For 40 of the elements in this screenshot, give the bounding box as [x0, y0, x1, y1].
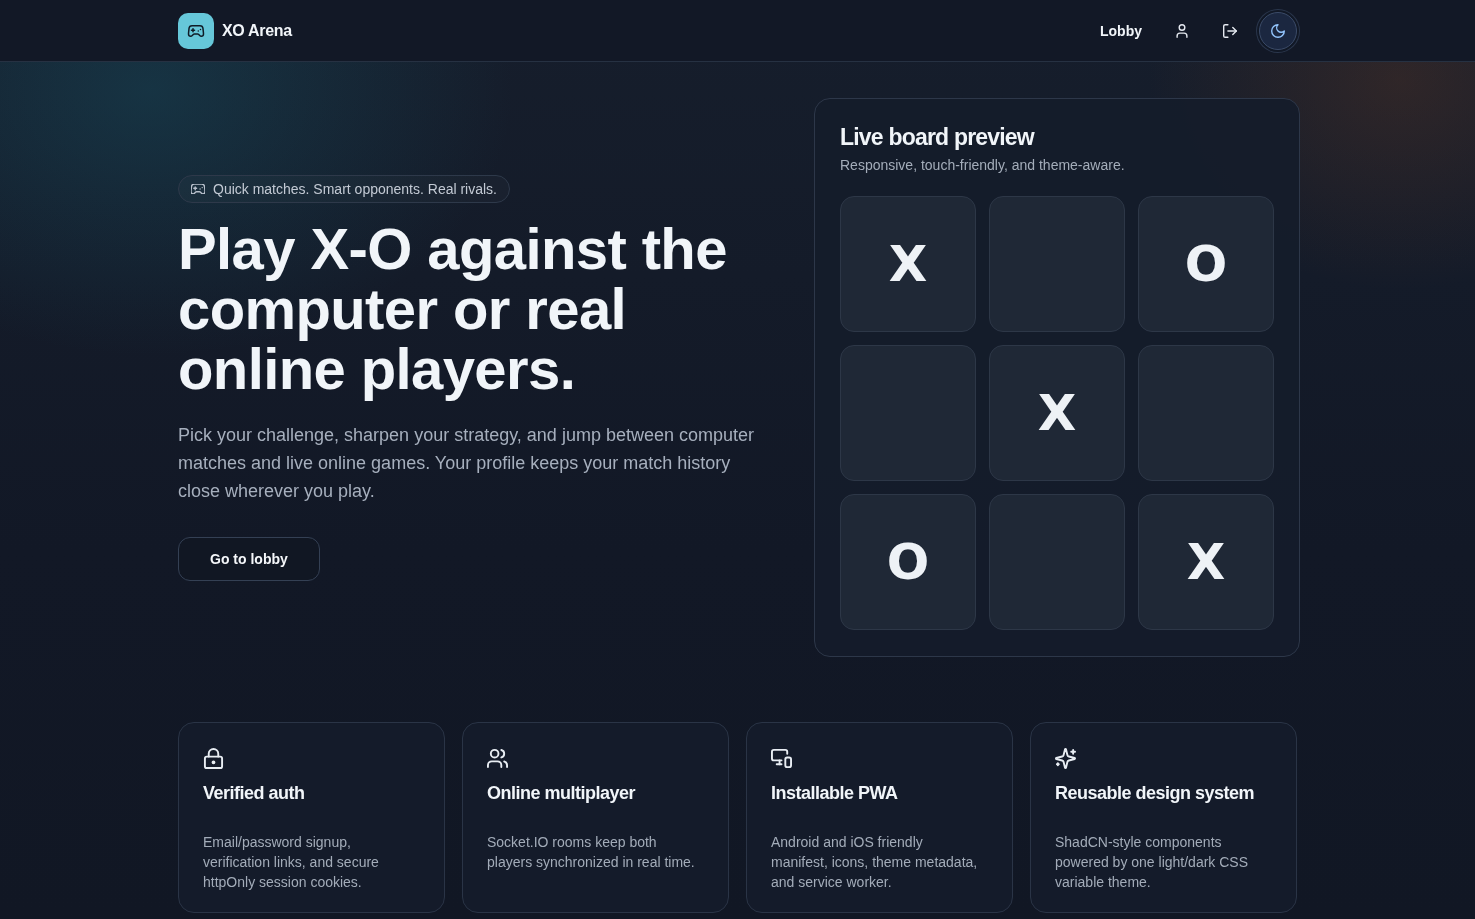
user-icon	[1175, 23, 1189, 38]
empty-board-cell[interactable]	[989, 196, 1125, 332]
empty-board-cell[interactable]	[989, 494, 1125, 630]
feature-description: ShadCN-style components powered by one light/dark CSS variable theme.	[1055, 833, 1249, 892]
board-cell[interactable]: X	[989, 345, 1125, 481]
feature-title: Installable PWA	[771, 782, 899, 805]
feature-title: Online multiplayer	[487, 782, 637, 805]
empty-board-cell[interactable]	[1138, 345, 1274, 481]
tagline-text: Quick matches. Smart opponents. Real rivals.	[213, 180, 497, 197]
logout-icon	[1223, 23, 1237, 38]
cell-mark: X	[888, 239, 928, 289]
board-cell[interactable]: X	[840, 196, 976, 332]
feature-title: Reusable design system	[1055, 782, 1256, 805]
feature-description: Android and iOS friendly manifest, icons, theme metadata, and service worker.	[771, 833, 979, 892]
cell-mark: O	[1184, 239, 1228, 289]
cell-mark: X	[1186, 537, 1226, 587]
hero-headline: Play X-O against the computer or real online players.	[178, 218, 728, 399]
lobby-link[interactable]: Lobby	[1088, 12, 1154, 49]
feature-title: Verified auth	[203, 782, 306, 805]
theme-toggle-button[interactable]	[1259, 11, 1297, 50]
board-cell[interactable]: O	[1138, 196, 1274, 332]
cell-mark: X	[1037, 388, 1077, 438]
cell-mark: O	[886, 537, 930, 587]
monitor-phone-icon	[771, 748, 792, 769]
feature-description: Email/password signup, verification links, and secure httpOnly session cookies.	[203, 833, 380, 892]
sparkles-icon	[1055, 748, 1076, 769]
go-to-lobby-button[interactable]: Go to lobby	[178, 536, 320, 581]
gamepad-logo-icon[interactable]	[178, 12, 214, 49]
preview-subtitle: Responsive, touch-friendly, and theme-aware.	[840, 156, 1126, 175]
gamepad-icon	[191, 183, 205, 194]
moon-icon	[1271, 23, 1285, 38]
board-cell[interactable]: O	[840, 494, 976, 630]
board-cell[interactable]: X	[1138, 494, 1274, 630]
users-icon	[487, 748, 508, 769]
lock-icon	[203, 748, 224, 769]
empty-board-cell[interactable]	[840, 345, 976, 481]
feature-description: Socket.IO rooms keep both players synchronized in real time.	[487, 833, 696, 872]
preview-title: Live board preview	[840, 123, 1036, 151]
hero-description: Pick your challenge, sharpen your strategy, and jump between computer matches and live online games. Your profile keeps your match history close wherever you play.	[178, 423, 755, 503]
brand-name[interactable]: XO Arena	[222, 21, 292, 40]
